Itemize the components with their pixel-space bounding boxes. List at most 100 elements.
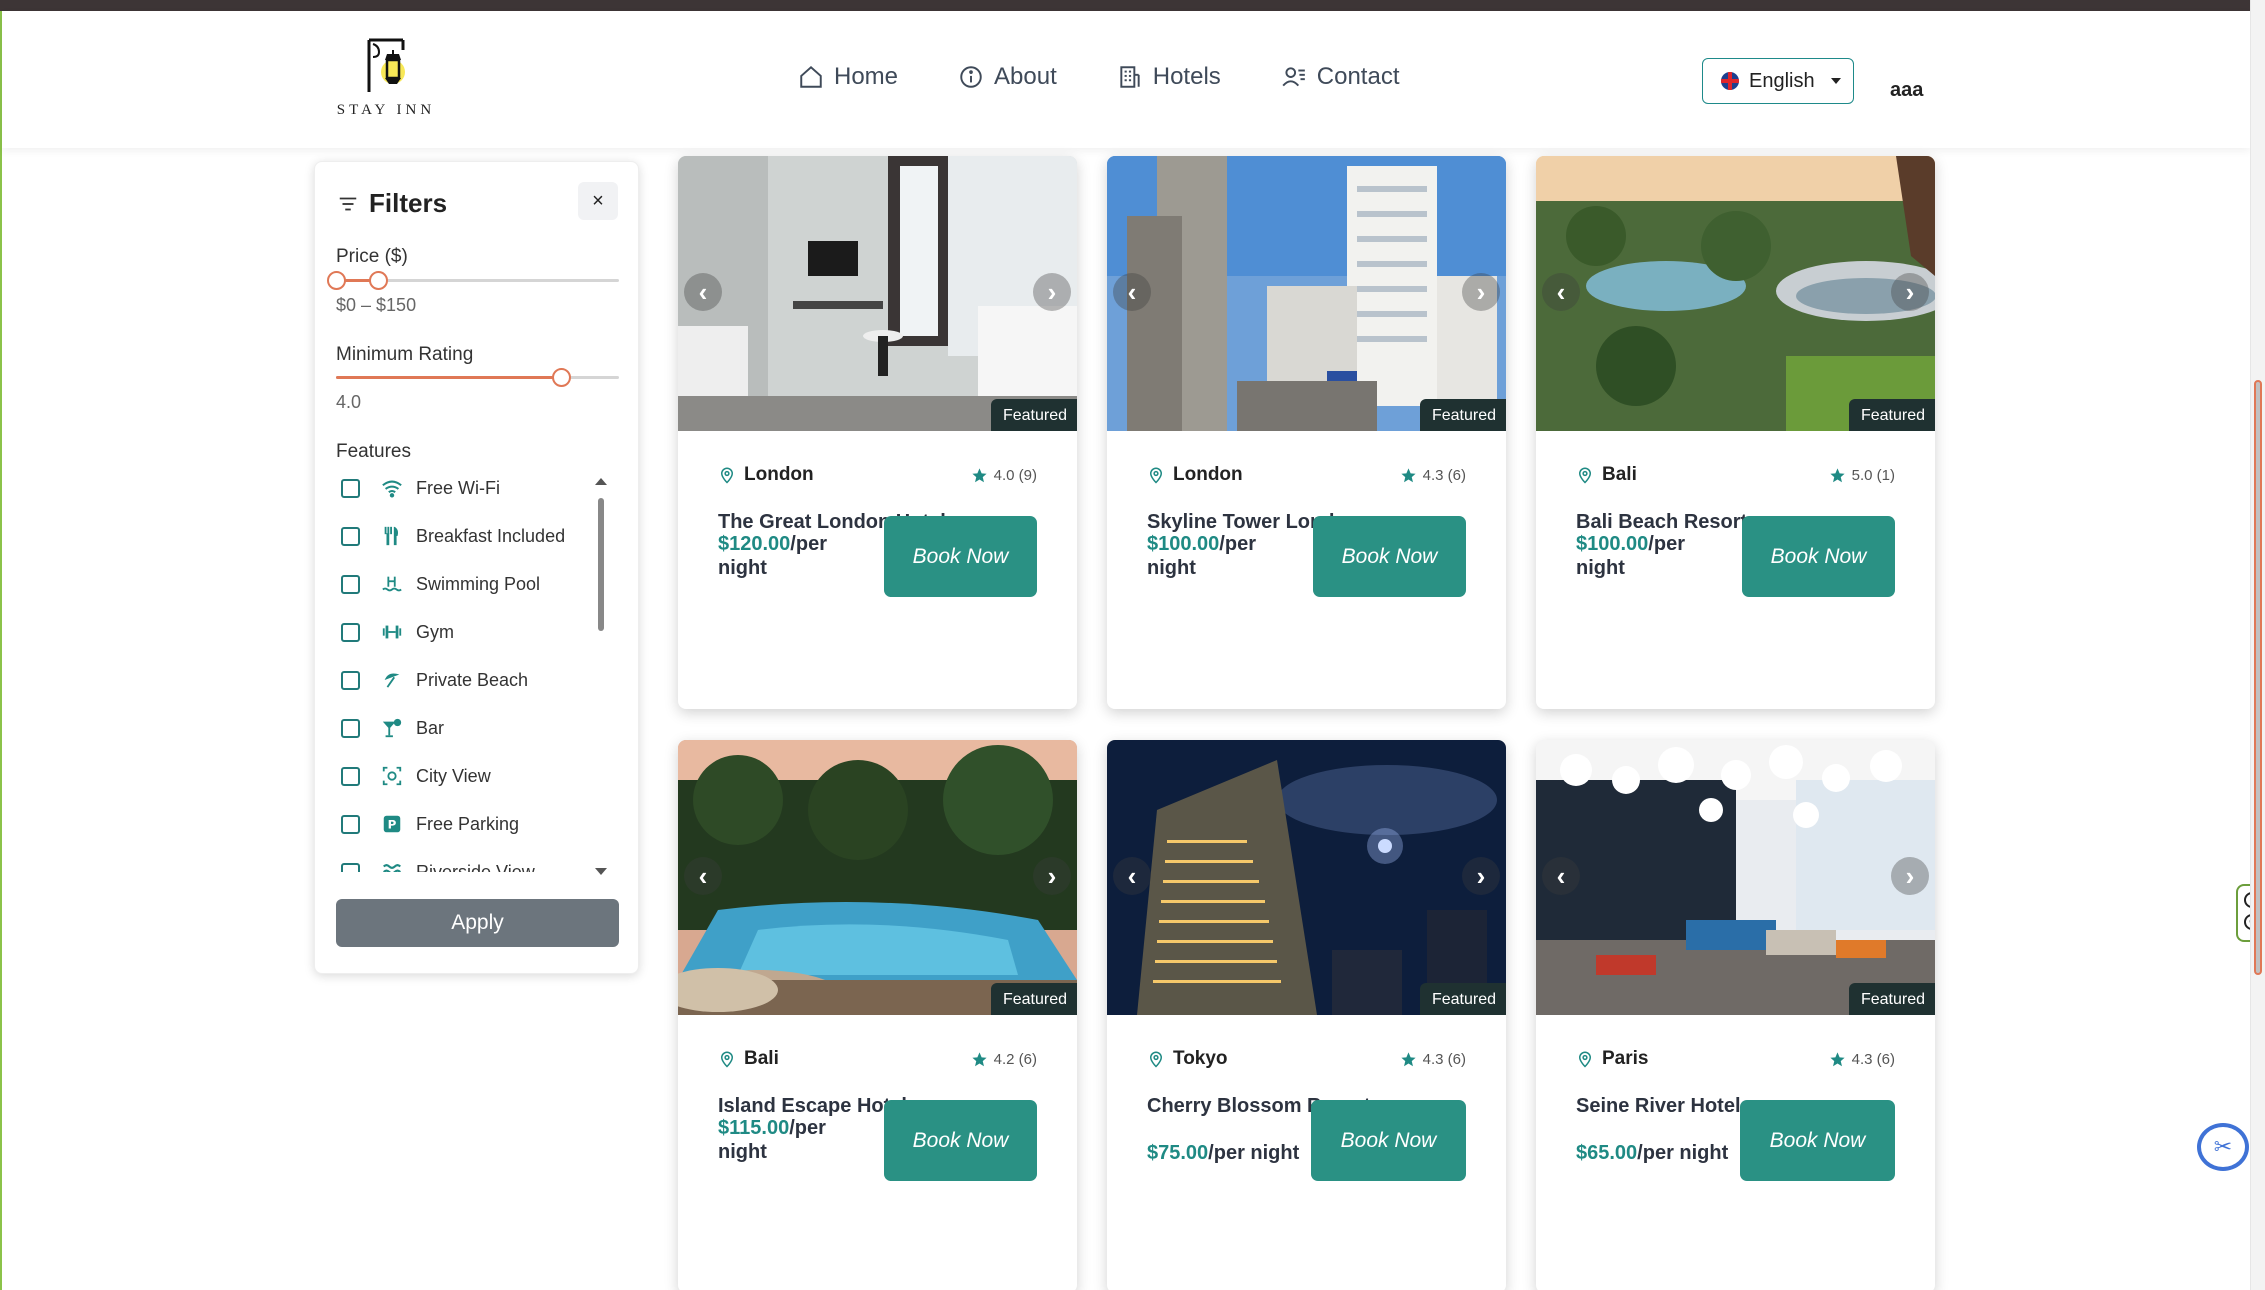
book-now-button[interactable]: Book Now [884,516,1037,597]
carousel-next-button[interactable]: › [1462,273,1500,311]
home-icon [800,65,822,88]
nav-hotels[interactable]: Hotels [1117,63,1221,91]
book-now-button[interactable]: Book Now [1311,1100,1466,1181]
language-select[interactable]: English [1702,58,1854,104]
hotel-name[interactable]: Island Escape Hotel [718,1095,907,1118]
rating-slider[interactable] [336,368,619,387]
accessibility-button[interactable]: ✂ [2197,1123,2249,1171]
star-icon [1401,1052,1416,1067]
feature-pool[interactable]: Swimming Pool [337,572,540,596]
logo[interactable]: STAY INN [334,36,438,119]
hotel-location: London [1147,464,1243,486]
hotel-card: ‹ › Featured Bali 4.2 (6) Island Escape … [678,740,1077,1290]
featured-badge: Featured [990,983,1077,1015]
feature-label: Swimming Pool [416,573,541,594]
feature-riverside-view[interactable]: Riverside View [337,860,535,872]
carousel-prev-button[interactable]: ‹ [684,273,722,311]
rating-text: 4.3 (6) [1422,467,1466,484]
carousel-prev-button[interactable]: ‹ [1542,273,1580,311]
scroll-thumb[interactable] [598,498,604,631]
feature-free-parking[interactable]: P Free Parking [337,812,519,836]
feature-bar[interactable]: Bar [337,716,444,740]
rating-label: Minimum Rating [336,344,474,365]
checkbox[interactable] [341,670,360,690]
hotel-card: ‹ › Featured London 4.3 (6) Skyline Towe… [1107,156,1506,709]
utensils-icon [380,524,404,548]
hotel-rating: 5.0 (1) [1829,467,1895,484]
price-slider[interactable] [327,271,619,290]
hotel-rating: 4.3 (6) [1829,1051,1895,1068]
hotel-lobby-photo [1536,740,1935,1015]
rating-slider-fill [336,376,561,379]
feature-gym[interactable]: Gym [337,620,454,644]
carousel-prev-button[interactable]: ‹ [1113,273,1151,311]
location-label: Bali [744,1048,779,1069]
checkbox[interactable] [341,574,360,594]
carousel-prev-button[interactable]: ‹ [684,857,722,895]
checkbox[interactable] [341,814,360,834]
checkbox[interactable] [341,478,360,498]
apply-button[interactable]: Apply [336,899,619,947]
hotel-price: $75.00/per night [1147,1141,1299,1165]
uk-flag-icon [1721,72,1739,90]
nav-about[interactable]: About [958,63,1057,91]
page-scrollbar[interactable] [2250,0,2265,1290]
carousel-next-button[interactable]: › [1033,273,1071,311]
nav-home[interactable]: Home [798,63,898,91]
feature-breakfast[interactable]: Breakfast Included [337,524,565,548]
hotel-location: Bali [1576,464,1637,486]
feature-city-view[interactable]: City View [337,764,491,788]
hotel-card-body: London 4.3 (6) Skyline Tower London $100… [1107,431,1506,709]
page-scroll-thumb[interactable] [2254,380,2262,975]
price-min-thumb[interactable] [327,271,346,290]
price-amount: $120.00 [718,533,791,555]
hotel-location: Bali [718,1048,779,1070]
nav-contact[interactable]: Contact [1281,63,1400,91]
book-now-button[interactable]: Book Now [884,1100,1037,1181]
hotel-name[interactable]: Bali Beach Resort [1576,511,1747,534]
hotel-card-body: London 4.0 (9) The Great London Hotel $1… [678,431,1077,709]
carousel-next-button[interactable]: › [1891,857,1929,895]
scroll-down-icon[interactable] [595,868,607,875]
feature-label: City View [416,765,491,786]
carousel-next-button[interactable]: › [1462,857,1500,895]
hotel-image: ‹ › Featured [678,156,1077,431]
feature-label: Breakfast Included [416,525,566,546]
map-pin-icon [1149,467,1163,484]
feature-free-wifi[interactable]: Free Wi-Fi [337,476,500,500]
feature-private-beach[interactable]: Private Beach [337,668,528,692]
carousel-next-button[interactable]: › [1891,273,1929,311]
checkbox[interactable] [341,622,360,642]
checkbox[interactable] [341,718,360,738]
hotel-card-body: Tokyo 4.3 (6) Cherry Blossom Resort $75.… [1107,1015,1506,1290]
close-filters-button[interactable]: × [578,182,618,220]
hotel-name[interactable]: Seine River Hotel [1576,1095,1741,1118]
carousel-prev-button[interactable]: ‹ [1542,857,1580,895]
carousel-next-button[interactable]: › [1033,857,1071,895]
star-icon [1830,1052,1845,1067]
hotel-rating: 4.3 (6) [1400,467,1466,484]
book-now-button[interactable]: Book Now [1742,516,1895,597]
book-now-button[interactable]: Book Now [1313,516,1466,597]
star-icon [1830,468,1845,483]
map-pin-icon [1578,1051,1592,1068]
user-name[interactable]: aaa [1890,79,1923,102]
hotel-location: Paris [1576,1048,1648,1070]
price-max-thumb[interactable] [369,271,388,290]
checkbox[interactable] [341,862,360,872]
rating-thumb[interactable] [552,368,571,387]
city-view-icon [380,764,404,788]
book-now-button[interactable]: Book Now [1740,1100,1895,1181]
feature-label: Riverside View [416,861,535,873]
checkbox[interactable] [341,526,360,546]
checkbox[interactable] [341,766,360,786]
price-unit: /per night [1637,1142,1729,1164]
carousel-prev-button[interactable]: ‹ [1113,857,1151,895]
lantern-logo-icon [367,38,405,92]
feature-label: Gym [416,621,454,642]
rating-text: 4.0 (9) [993,467,1037,484]
filters-heading: Filters [337,188,447,219]
price-amount: $75.00 [1147,1142,1209,1164]
features-scrollbar[interactable] [595,478,607,878]
scroll-up-icon[interactable] [595,478,607,485]
